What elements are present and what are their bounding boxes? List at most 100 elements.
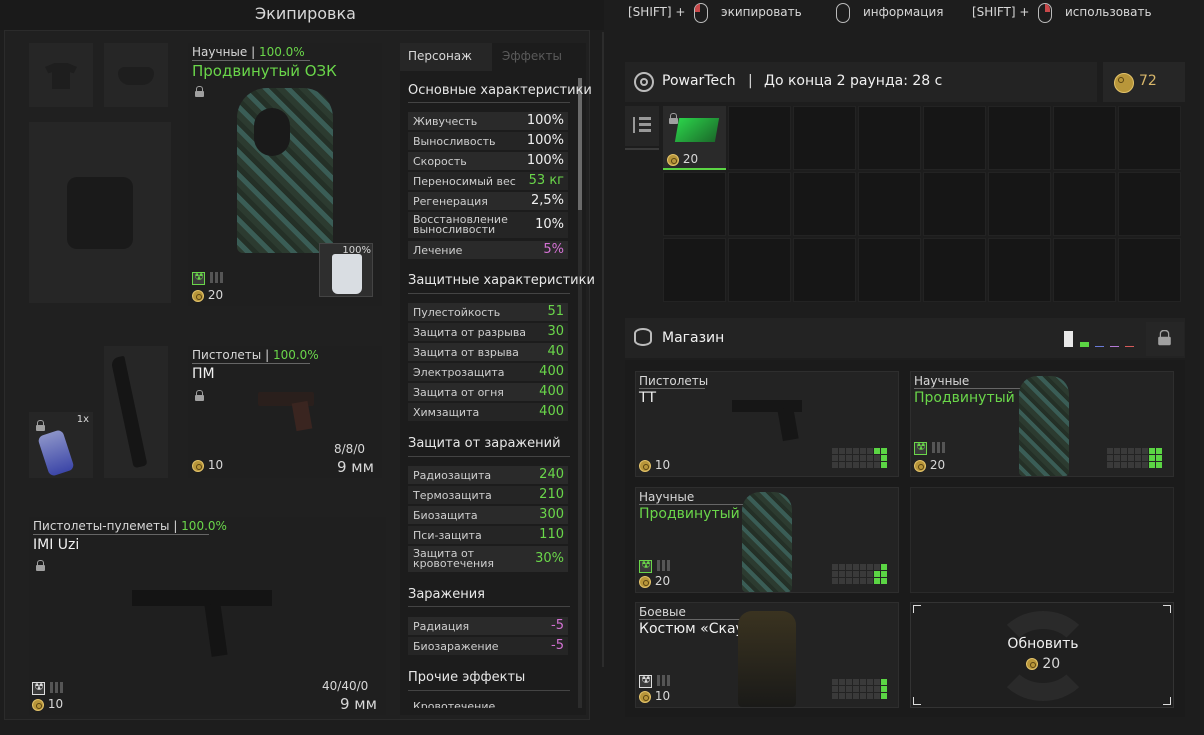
shop-item[interactable]: Пистолеты ТТ 10: [635, 371, 899, 477]
gear-icon: [634, 72, 654, 92]
protect-stats-title: Защитные характеристики: [408, 273, 595, 288]
biohazard-icon: [639, 673, 652, 688]
stat-label: Защита от огня: [413, 386, 504, 399]
coin-icon: [639, 690, 651, 703]
armor-plate-slot[interactable]: 100%: [319, 243, 373, 297]
shop-item[interactable]: Научные Продвинутый ОЗК 20: [635, 487, 899, 593]
stash-cell[interactable]: [858, 238, 921, 302]
stash-cell[interactable]: [793, 238, 856, 302]
stash-cell[interactable]: [988, 172, 1051, 236]
shop-item-price: 20: [639, 574, 670, 588]
stash-cell[interactable]: [988, 238, 1051, 302]
stash-cell[interactable]: [1053, 172, 1116, 236]
armor-durability: 100.0%: [258, 45, 305, 59]
shop-item-underline: [639, 388, 705, 389]
tier-indicator: [1110, 346, 1119, 347]
unlock-icon: [1158, 329, 1171, 346]
stat-row: Защита от взрыва 40: [408, 343, 568, 361]
lock-icon: [669, 113, 678, 124]
section-divider: [408, 102, 570, 103]
basic-stats-title: Основные характеристики: [408, 83, 592, 98]
other-effects-title: Прочие эффекты: [408, 670, 526, 685]
tab-character-label: Персонаж: [408, 49, 472, 63]
stat-value: 40: [547, 344, 564, 359]
smg-price: 10: [32, 697, 63, 711]
tshirt-slot[interactable]: [29, 43, 93, 107]
stat-label: Лечение: [413, 244, 463, 257]
stat-value: 30: [547, 324, 564, 339]
hint-equip: экипировать: [721, 5, 802, 19]
shop-item-price: 20: [914, 458, 945, 472]
stash-cell[interactable]: [1118, 172, 1181, 236]
section-divider: [408, 606, 570, 607]
stat-value: 210: [539, 487, 564, 502]
sort-divider: [625, 148, 659, 150]
armor-underline: [192, 60, 310, 61]
smg-underline: [33, 534, 209, 535]
mask-slot[interactable]: [104, 43, 168, 107]
shop-item-indicator: [639, 671, 672, 690]
stash-item-price: 20: [667, 152, 698, 166]
stash-cell[interactable]: [663, 238, 726, 302]
stash-cell[interactable]: [793, 172, 856, 236]
shop-item[interactable]: Научные Продвинутый ОЗК 20: [910, 371, 1174, 477]
corner-mark: [913, 697, 921, 705]
tab-effects[interactable]: Эффекты: [492, 43, 586, 71]
shop-item-bars: [657, 671, 672, 690]
smg-bars: [50, 678, 65, 697]
stat-value: 300: [539, 507, 564, 522]
shop-item-indicator: [639, 556, 672, 575]
stash-cell[interactable]: [793, 106, 856, 170]
stat-label-line2: кровотечения: [413, 557, 494, 570]
coin-icon: [192, 289, 204, 302]
stat-row: Защита от кровотечения 30%: [408, 546, 568, 572]
mouse-left-icon: [1038, 3, 1052, 23]
stash-cell[interactable]: [728, 238, 791, 302]
stash-cell[interactable]: [1118, 106, 1181, 170]
stash-cell[interactable]: [923, 106, 986, 170]
shop-item-bars: [932, 438, 947, 457]
knife-slot[interactable]: [104, 346, 168, 478]
sort-button[interactable]: [625, 106, 659, 146]
backpack-slot[interactable]: [29, 122, 171, 303]
round-timer: До конца 2 раунда: 28 с: [764, 73, 943, 89]
stash-item-price-value: 20: [682, 152, 699, 166]
stat-value: 100%: [526, 153, 564, 168]
stash-cell[interactable]: [988, 106, 1051, 170]
quality-grid: [832, 679, 902, 700]
tab-character[interactable]: Персонаж: [400, 43, 492, 71]
pistol-ammo: 8/8/0: [334, 442, 365, 456]
hint-info: информация: [863, 5, 944, 19]
stash-cell[interactable]: [858, 172, 921, 236]
stash-cell[interactable]: [858, 106, 921, 170]
stash-cell[interactable]: [1053, 238, 1116, 302]
stat-value: 51: [547, 304, 564, 319]
shop-item-category: Боевые: [639, 605, 686, 619]
stat-label: Радиация: [413, 620, 470, 633]
stash-grid[interactable]: [663, 106, 1185, 306]
stash-cell[interactable]: [1053, 106, 1116, 170]
section-divider: [408, 690, 570, 691]
shop-lock-button[interactable]: [1146, 322, 1184, 356]
stash-cell[interactable]: [728, 172, 791, 236]
smg-caliber: 9 мм: [340, 695, 377, 713]
stash-cell[interactable]: [663, 172, 726, 236]
shop-item[interactable]: Боевые Костюм «Скаут» 10: [635, 602, 899, 708]
radiation-icon: [639, 558, 652, 573]
armor-name: Продвинутый ОЗК: [192, 62, 337, 80]
coin-icon: [639, 575, 651, 588]
hint-shift-1: [SHIFT] +: [628, 5, 686, 19]
stash-item[interactable]: 20: [663, 106, 726, 170]
stash-cell[interactable]: [728, 106, 791, 170]
stash-cell[interactable]: [923, 238, 986, 302]
shop-item-indicator: [914, 438, 947, 457]
refresh-button[interactable]: Обновить 20: [910, 602, 1174, 708]
stash-cell[interactable]: [923, 172, 986, 236]
stash-cell[interactable]: [1118, 238, 1181, 302]
grenade-slot[interactable]: 1x: [29, 412, 93, 478]
smg-price-value: 10: [47, 697, 64, 711]
shop-item-name: ТТ: [639, 390, 657, 406]
infect-stats-title: Защита от заражений: [408, 436, 561, 451]
gasmask-image: [254, 108, 290, 156]
stats-scrollbar[interactable]: [578, 78, 582, 708]
